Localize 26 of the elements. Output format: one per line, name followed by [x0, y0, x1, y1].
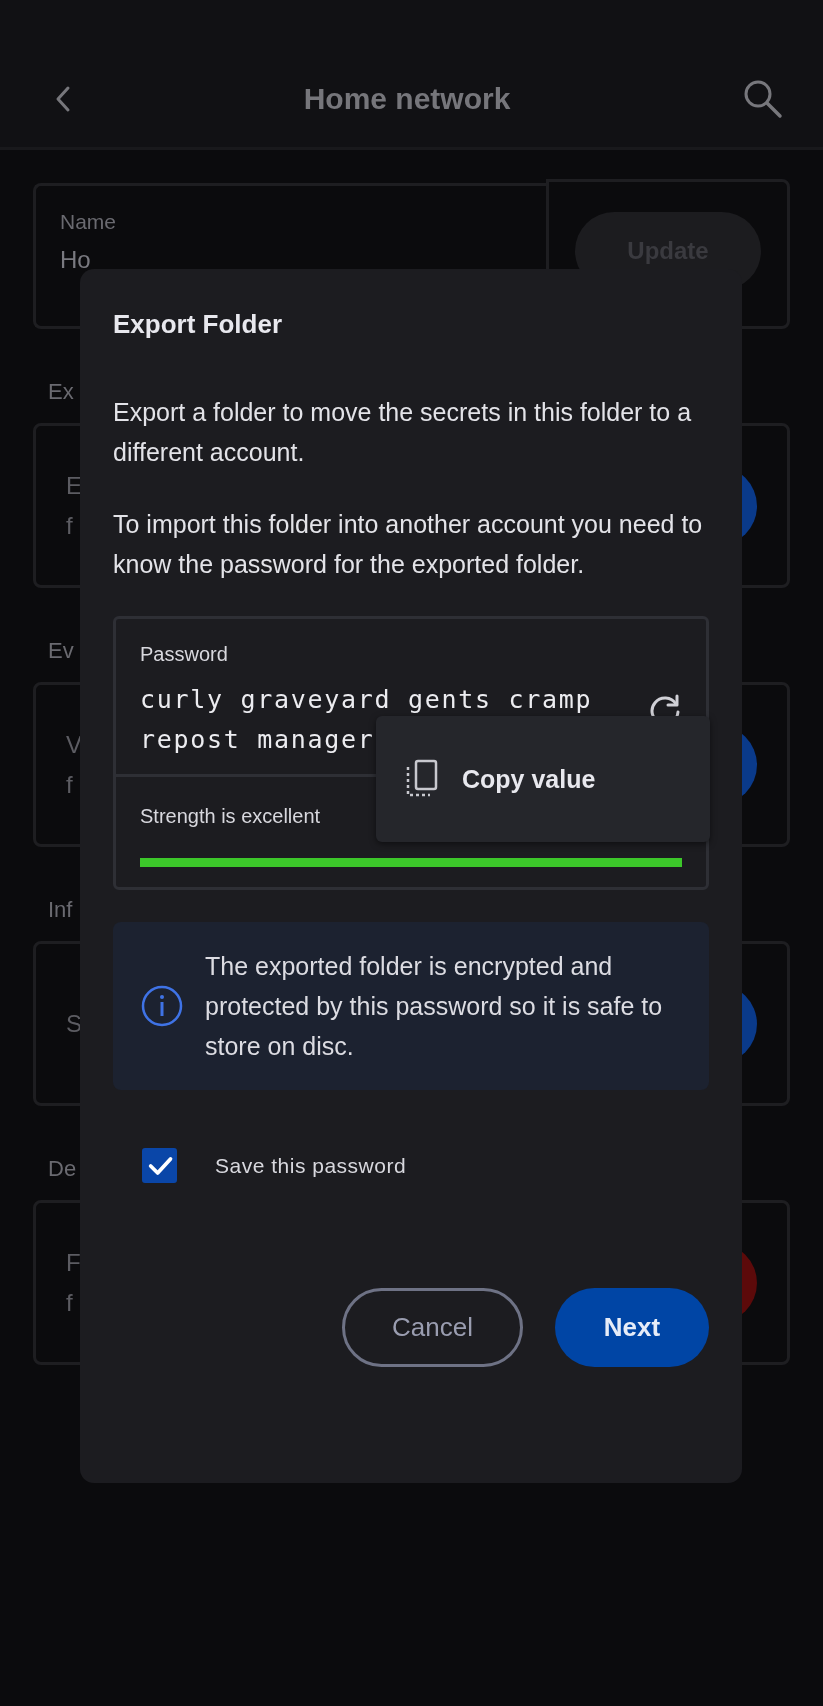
card-text: F	[66, 1247, 81, 1278]
field-value: Ho	[60, 246, 91, 274]
card-text: E	[66, 470, 82, 501]
field-label: Name	[60, 210, 117, 234]
dialog-text: To import this folder into another account you need to know the password for the exported folder.	[113, 509, 704, 580]
section-heading: De	[48, 1155, 77, 1183]
card-text: f	[66, 510, 74, 541]
section-heading: Ev	[48, 637, 74, 665]
cancel-button[interactable]: Cancel	[342, 1288, 523, 1367]
card-text: f	[66, 769, 74, 800]
card-text: f	[66, 1287, 74, 1318]
back-icon[interactable]	[55, 84, 71, 113]
section-heading: Ex	[48, 378, 74, 406]
page-title: Home network	[303, 81, 511, 116]
checkbox-label: Save this password	[215, 1153, 407, 1178]
next-button[interactable]: Next	[555, 1288, 709, 1367]
info-icon	[141, 985, 183, 1027]
strength-label: Strength is excellent	[140, 805, 322, 828]
copy-icon	[404, 759, 440, 799]
search-icon[interactable]	[743, 78, 783, 119]
section-heading: Inf	[48, 896, 73, 924]
card-text: S	[66, 1008, 82, 1039]
dialog-text: Export a folder to move the secrets in this folder to a different account.	[113, 397, 693, 468]
info-text: The exported folder is encrypted and protected by this password so it is safe to store on disc.	[205, 951, 664, 1062]
field-label: Password	[140, 643, 229, 666]
checkbox[interactable]	[142, 1148, 177, 1183]
